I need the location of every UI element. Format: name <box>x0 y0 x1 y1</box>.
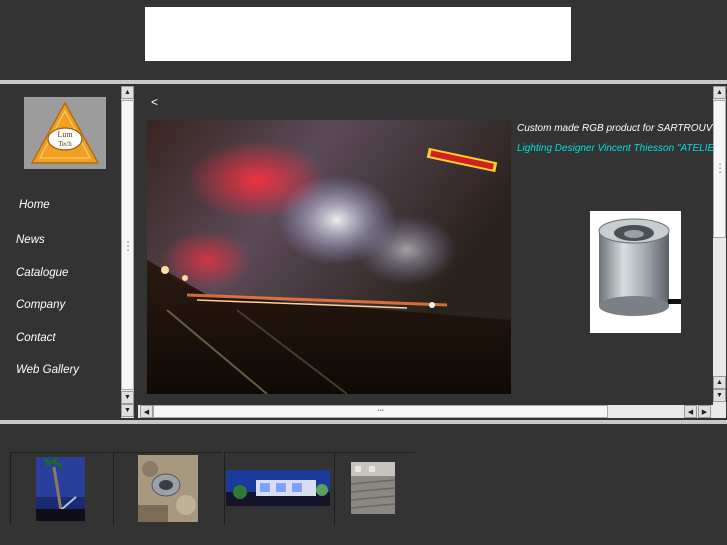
company-logo[interactable]: Lum Tech <box>24 97 106 169</box>
main-scroll-up-icon-2[interactable]: ▲ <box>713 376 726 389</box>
gallery-thumbnail-palm[interactable] <box>36 457 85 521</box>
gallery-thumbnail-fixture[interactable] <box>138 455 198 522</box>
nav-frame-scrollbar[interactable]: ▲ ▪ ▪ ▪ ▼ ▼ <box>121 86 134 418</box>
back-link[interactable]: < <box>151 95 158 109</box>
logo-text-line2: Tech <box>58 140 72 148</box>
nav-item-company[interactable]: Company <box>16 299 65 311</box>
nav-item-news[interactable]: News <box>16 234 45 246</box>
nav-scroll-thumb[interactable]: ▪ ▪ ▪ <box>121 100 134 390</box>
main-scroll-up-icon[interactable]: ▲ <box>713 86 726 99</box>
nav-item-catalogue[interactable]: Catalogue <box>16 267 68 279</box>
nav-item-contact[interactable]: Contact <box>16 332 56 344</box>
gallery-thumbnail-wall[interactable] <box>351 462 395 514</box>
project-photo[interactable] <box>147 120 511 394</box>
main-frame-hscrollbar[interactable]: ◀ ▪▪▪ ◀ ▶ <box>138 405 713 418</box>
header-banner <box>145 7 571 61</box>
main-scroll-left-icon-2[interactable]: ◀ <box>684 405 697 418</box>
main-scroll-thumb[interactable]: ▪ ▪ ▪ <box>713 100 726 238</box>
top-separator <box>0 80 727 84</box>
grip-icon: ▪▪▪ <box>718 162 721 176</box>
nav-scroll-down-icon-2[interactable]: ▼ <box>121 404 134 417</box>
main-scroll-right-icon[interactable]: ▶ <box>698 405 711 418</box>
nav-item-web-gallery[interactable]: Web Gallery <box>16 364 79 376</box>
logo-text-line1: Lum <box>57 130 73 139</box>
nav-item-home[interactable]: Home <box>19 199 50 211</box>
grip-icon: ▪▪▪ <box>126 240 129 254</box>
gallery-thumbnail-building[interactable] <box>226 470 330 506</box>
bottom-separator <box>0 420 727 424</box>
nav-scroll-down-icon[interactable]: ▼ <box>121 391 134 404</box>
main-frame-scrollbar[interactable]: ▲ ▪ ▪ ▪ ▲ ▼ <box>713 86 726 418</box>
product-caption: Custom made RGB product for SARTROUVILLE <box>517 123 713 134</box>
product-image[interactable] <box>590 211 681 333</box>
designer-caption[interactable]: Lighting Designer Vincent Thiesson "ATEL… <box>517 143 713 154</box>
main-scroll-down-icon[interactable]: ▼ <box>713 389 726 402</box>
main-scroll-left-icon[interactable]: ◀ <box>140 405 153 418</box>
grip-icon: ▪▪▪ <box>377 408 384 414</box>
main-hscroll-thumb[interactable]: ▪▪▪ <box>153 405 608 418</box>
nav-scroll-up-icon[interactable]: ▲ <box>121 86 134 99</box>
